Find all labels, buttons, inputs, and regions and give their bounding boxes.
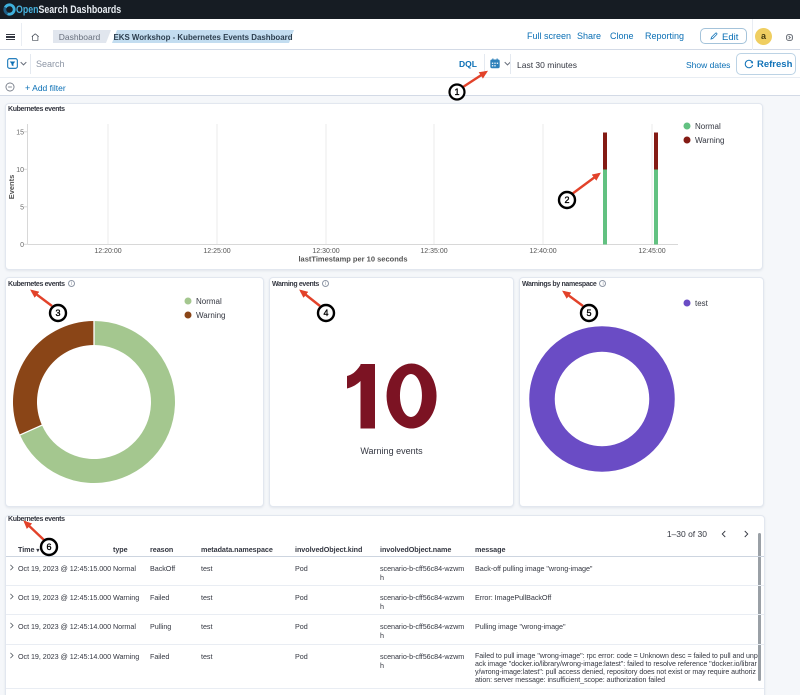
svg-text:2: 2: [564, 195, 569, 205]
svg-text:1: 1: [454, 87, 459, 97]
svg-text:4: 4: [323, 308, 328, 318]
svg-text:3: 3: [55, 308, 60, 318]
svg-text:6: 6: [46, 542, 51, 552]
svg-text:5: 5: [586, 308, 591, 318]
